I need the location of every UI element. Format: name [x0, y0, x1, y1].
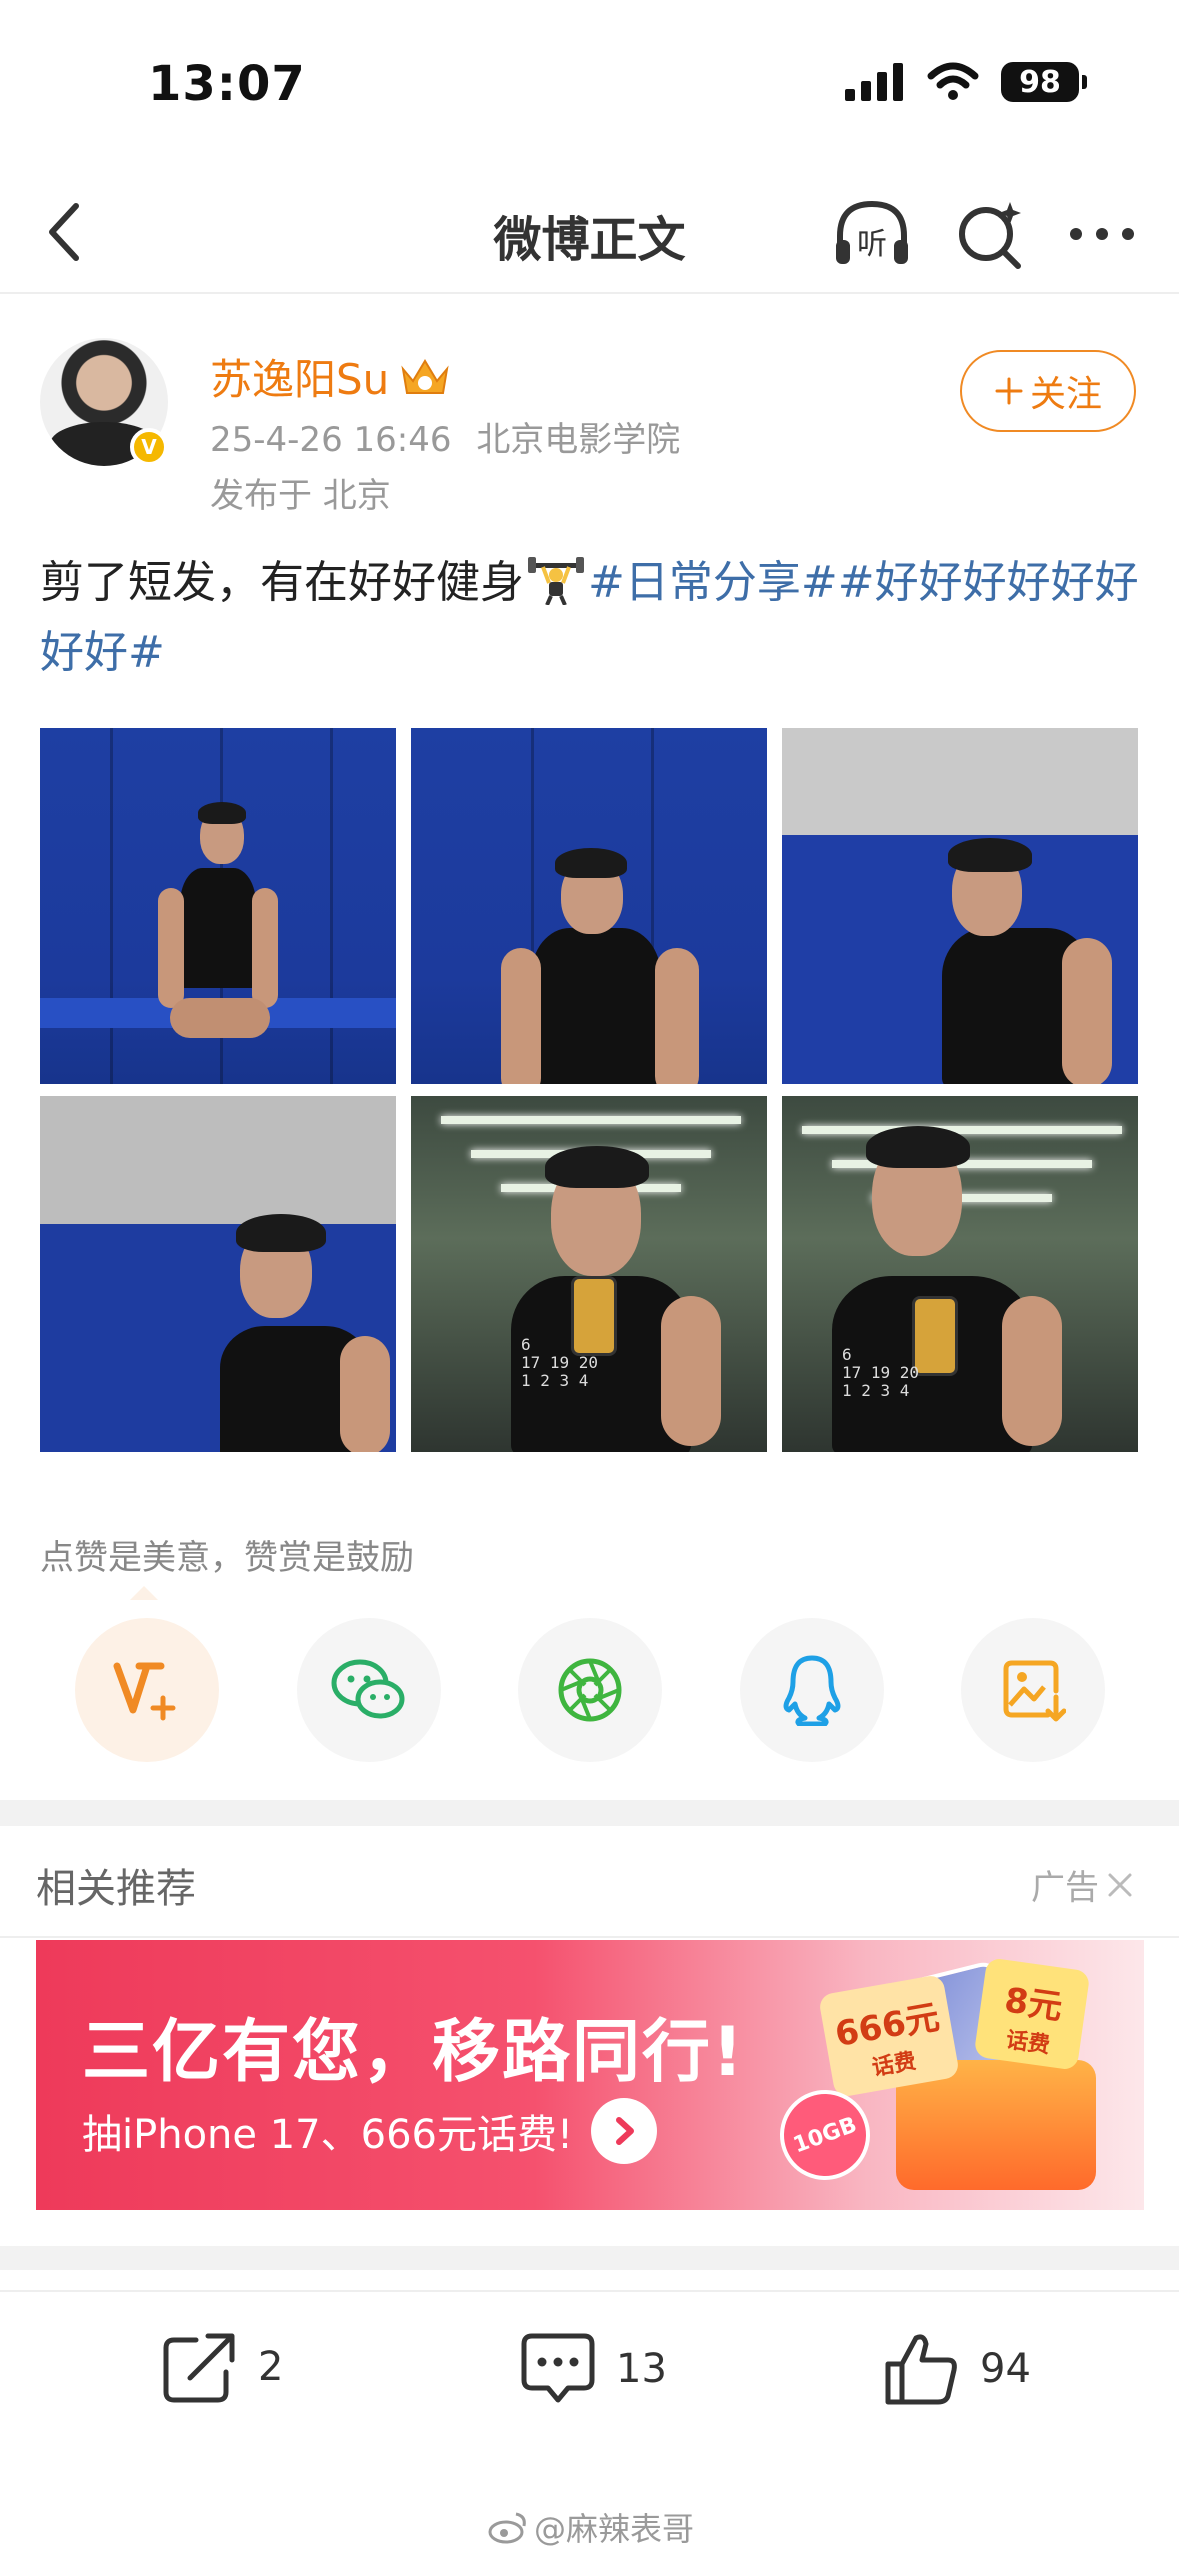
banner-subtitle: 抽iPhone 17、666元话费!: [82, 2112, 574, 2158]
verified-badge-icon: V: [130, 428, 168, 466]
listen-button[interactable]: 听: [830, 192, 914, 276]
tip-caret: [130, 1586, 158, 1600]
recommend-title: 相关推荐: [36, 1866, 196, 1912]
divider: [0, 2290, 1179, 2292]
data-badge: 10GB: [767, 2077, 883, 2193]
more-button[interactable]: [1060, 192, 1144, 276]
share-wechat-button[interactable]: [296, 1618, 441, 1762]
nav-bar: 微博正文 听: [0, 170, 1179, 294]
ad-label: 广告: [1031, 1868, 1099, 1908]
section-divider: [0, 2246, 1179, 2270]
banner-subtitle-row: 抽iPhone 17、666元话费!: [82, 2098, 658, 2164]
watermark-text: @麻辣表哥: [534, 2510, 695, 2548]
banner-title: 三亿有您，移路同行!: [82, 2013, 746, 2092]
photo-thumbnail[interactable]: 6 17 19 20 1 2 3 4: [782, 1096, 1138, 1452]
chevron-right-icon: [616, 2117, 635, 2145]
username[interactable]: 苏逸阳Su: [210, 346, 451, 407]
reward-button[interactable]: [75, 1618, 219, 1762]
photo-thumbnail[interactable]: 6 17 19 20 1 2 3 4: [411, 1096, 767, 1452]
comment-button[interactable]: 13: [518, 2330, 667, 2408]
thumbs-up-icon: [885, 2334, 957, 2405]
like-count: 94: [980, 2346, 1031, 2392]
battery-indicator: 98: [1001, 62, 1087, 102]
wechat-icon: [331, 1659, 404, 1719]
save-image-button[interactable]: [961, 1618, 1105, 1762]
ad-banner[interactable]: 三亿有您，移路同行! 抽iPhone 17、666元话费! 666元 话费 8元…: [36, 1940, 1144, 2210]
signal-icon: [845, 63, 903, 101]
share-moments-button[interactable]: [518, 1618, 662, 1762]
search-sparkle-icon: [959, 202, 1021, 269]
post-timestamp: 25-4-26 16:46: [210, 420, 452, 460]
post-location: 发布于 北京: [210, 476, 391, 516]
share-qq-button[interactable]: [739, 1618, 884, 1762]
status-bar: 13:07 98: [0, 0, 1179, 170]
crown-badge-icon: [401, 358, 449, 394]
post-body: 剪了短发，有在好好健身 #日常分享##好好好好好好好好#: [40, 548, 1150, 688]
photo-thumbnail[interactable]: [411, 728, 767, 1084]
comment-count: 13: [616, 2346, 667, 2392]
qq-icon: [783, 1655, 840, 1726]
coupon-8: 8元 话费: [973, 1957, 1091, 2071]
coupon-666: 666元 话费: [817, 1973, 961, 2099]
section-divider: [0, 1800, 1179, 1826]
share-row: [75, 1618, 1105, 1762]
listen-label: 听: [857, 227, 887, 262]
moments-icon: [558, 1658, 622, 1722]
banner-arrow-button[interactable]: [591, 2098, 658, 2164]
photo-grid: 6 17 19 20 1 2 3 4 6 17 19 20 1 2 3 4: [40, 728, 1138, 1452]
search-button[interactable]: [948, 192, 1032, 276]
follow-button[interactable]: 关注: [960, 350, 1136, 432]
post-meta: 25-4-26 16:46 北京电影学院: [210, 412, 680, 461]
repost-button[interactable]: 2: [160, 2330, 283, 2404]
ad-close-button[interactable]: 广告: [1031, 1860, 1135, 1909]
headphones-icon: 听: [836, 200, 908, 264]
comment-icon: [521, 2333, 595, 2403]
repost-count: 2: [258, 2344, 284, 2390]
follow-label: 关注: [1029, 374, 1102, 415]
weibo-logo-icon: [488, 2512, 526, 2544]
reward-tip: 点赞是美意，赞赏是鼓励: [40, 1538, 414, 1578]
divider: [0, 1936, 1179, 1938]
photo-thumbnail[interactable]: [40, 728, 396, 1084]
save-image-icon: [1003, 1660, 1066, 1722]
post-text: 剪了短发，有在好好健身: [40, 557, 524, 608]
plus-icon: [995, 377, 1023, 405]
weightlifting-emoji-icon: [528, 557, 584, 605]
v-plus-icon: [113, 1662, 176, 1721]
like-button[interactable]: 94: [882, 2330, 1031, 2408]
post-source: 北京电影学院: [476, 420, 681, 460]
wifi-icon: [927, 62, 979, 100]
username-text: 苏逸阳Su: [210, 355, 390, 404]
close-icon: [1108, 1873, 1132, 1896]
photo-thumbnail[interactable]: [40, 1096, 396, 1452]
photo-thumbnail[interactable]: [782, 728, 1138, 1084]
more-dots-icon: [1070, 228, 1134, 240]
status-time: 13:07: [148, 56, 306, 112]
hashtag-link[interactable]: #日常分享#: [588, 557, 838, 608]
status-icons: 98: [845, 62, 1087, 102]
watermark: @麻辣表哥: [488, 2504, 694, 2550]
share-icon: [163, 2333, 235, 2403]
